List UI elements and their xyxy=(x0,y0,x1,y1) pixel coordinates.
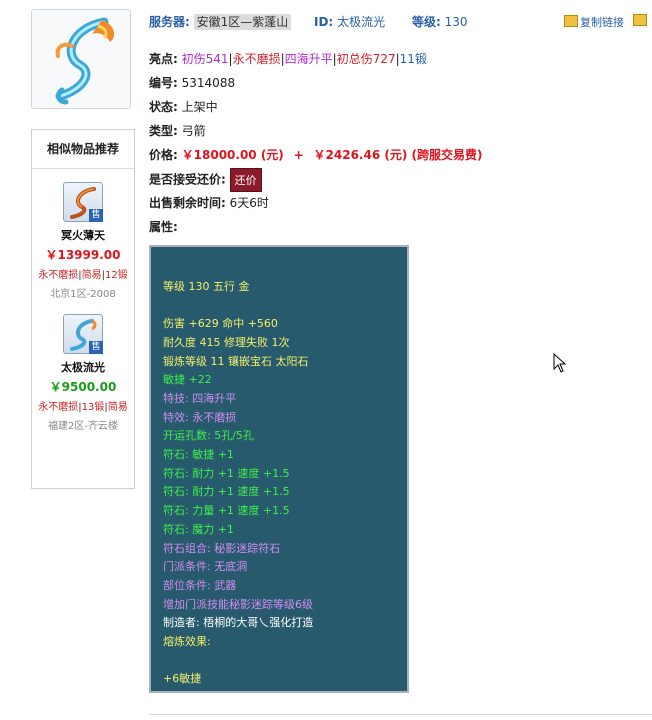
id-label: ID: xyxy=(314,15,334,29)
attribute-line: 符石: 耐力 +1 速度 +1.5 xyxy=(163,485,290,499)
attribute-line: 特效: 永不磨损 xyxy=(163,410,237,424)
attribute-line: 符石: 力量 +1 速度 +1.5 xyxy=(163,504,290,518)
price-plus: + xyxy=(293,148,304,162)
folder-icon xyxy=(633,14,647,26)
attribute-line: 符石: 耐力 +1 速度 +1.5 xyxy=(163,466,290,480)
attribute-line: 符石: 敏捷 +1 xyxy=(163,448,234,462)
highlights-row: 亮点: 初伤541|永不磨损|四海升平|初总伤727|11锻 xyxy=(149,52,427,66)
similar-items-title: 相似物品推荐 xyxy=(32,130,134,169)
attribute-line: 敏捷 +22 xyxy=(163,373,212,387)
tag: 12锻 xyxy=(105,270,128,281)
server-field: 服务器: 安徽1区—紫蓬山 xyxy=(149,13,292,30)
attribute-line xyxy=(163,652,395,671)
link-icon xyxy=(564,15,578,27)
attributes-label: 属性: xyxy=(149,220,178,234)
attribute-line: 制造者: 梧桐的大哥乀强化打造 xyxy=(163,616,314,630)
highlight-tag: 永不磨损 xyxy=(232,52,281,66)
divider xyxy=(149,714,652,715)
attribute-line: 增加门派技能秘影迷踪等级6级 xyxy=(163,597,313,611)
type-row: 类型: 弓箭 xyxy=(149,122,206,139)
similar-item-tags: 永不磨损|13锻|简易 xyxy=(38,402,128,413)
code-value: 5314088 xyxy=(181,76,236,90)
attribute-line: 开运孔数: 5孔/5孔 xyxy=(163,429,254,443)
attribute-line xyxy=(163,259,395,278)
attribute-line xyxy=(163,296,395,315)
similar-item-name[interactable]: 太极流光 xyxy=(32,359,134,375)
highlights-label: 亮点: xyxy=(149,52,178,66)
level-value: 130 xyxy=(444,15,468,29)
copy-link-label: 复制链接 xyxy=(580,16,624,29)
tag: 简易 xyxy=(81,270,102,281)
id-value: 太极流光 xyxy=(337,15,386,29)
type-value: 弓箭 xyxy=(181,124,206,138)
highlight-tag: 四海升平 xyxy=(284,52,333,66)
tag: 13锻 xyxy=(81,402,105,413)
attribute-line: 门派条件: 无底洞 xyxy=(163,560,248,574)
item-image xyxy=(31,9,131,109)
sale-badge: 售 xyxy=(89,341,103,354)
favorite-button[interactable] xyxy=(633,14,649,28)
item-thumbnail[interactable]: 售 xyxy=(63,182,103,222)
code-row: 编号: 5314088 xyxy=(149,74,235,91)
counter-offer-label: 是否接受还价: xyxy=(149,172,226,187)
similar-item-price: ￥13999.00 xyxy=(45,248,121,262)
level-label: 等级: xyxy=(412,15,441,29)
code-label: 编号: xyxy=(149,76,178,90)
mouse-cursor-icon xyxy=(553,353,567,373)
attribute-line: 耐久度 415 修理失败 1次 xyxy=(163,335,290,349)
similar-item-name[interactable]: 冥火薄天 xyxy=(32,227,134,243)
status-row: 状态: 上架中 xyxy=(149,98,218,115)
level-field: 等级: 130 xyxy=(412,13,468,30)
highlight-tag: 11锻 xyxy=(399,52,427,66)
price-value: ￥18000.00 (元) xyxy=(181,148,284,162)
attribute-line: 部位条件: 武器 xyxy=(163,578,237,592)
remain-time-label: 出售剩余时间: xyxy=(149,196,226,210)
id-field: ID: 太极流光 xyxy=(314,13,385,30)
tag: 永不磨损 xyxy=(38,270,79,281)
attribute-line: 特技: 四海升平 xyxy=(163,391,237,405)
similar-item-1[interactable]: 售 冥火薄天 ￥13999.00 永不磨损|简易|12锻 北京1区-2008 xyxy=(32,182,134,300)
attribute-line: 熔炼效果: xyxy=(163,635,211,649)
highlight-tag: 初总伤727 xyxy=(336,52,396,66)
attribute-line: 伤害 +629 命中 +560 xyxy=(163,317,278,331)
price-row: 价格: ￥18000.00 (元) + ￥2426.46 (元) (跨服交易费) xyxy=(149,146,482,163)
attribute-line: 符石: 魔力 +1 xyxy=(163,522,234,536)
attribute-line: 符石组合: 秘影迷踪符石 xyxy=(163,541,281,555)
type-label: 类型: xyxy=(149,124,178,138)
bow-image xyxy=(55,17,115,105)
attributes-row: 属性: xyxy=(149,218,178,235)
item-thumbnail[interactable]: 售 xyxy=(63,314,103,354)
copy-link-button[interactable]: 复制链接 xyxy=(564,14,624,30)
similar-items-panel: 相似物品推荐 售 冥火薄天 ￥13999.00 永不磨损|简易|12锻 北京1区… xyxy=(31,129,135,489)
server-value: 安徽1区—紫蓬山 xyxy=(193,14,292,30)
status-value: 上架中 xyxy=(181,100,218,114)
tag: 永不磨损 xyxy=(38,402,79,413)
remain-time-value: 6天6时 xyxy=(229,196,269,210)
server-label: 服务器: xyxy=(149,15,190,29)
price-label: 价格: xyxy=(149,148,178,162)
similar-item-server: 福建2区-齐云楼 xyxy=(48,421,118,432)
similar-item-2[interactable]: 售 太极流光 ￥9500.00 永不磨损|13锻|简易 福建2区-齐云楼 xyxy=(32,314,134,432)
fee-value: ￥2426.46 (元) (跨服交易费) xyxy=(313,148,483,162)
counter-offer-button[interactable]: 还价 xyxy=(229,168,262,192)
tag: 简易 xyxy=(107,402,128,413)
attribute-line: 锻炼等级 11 镶嵌宝石 太阳石 xyxy=(163,354,309,368)
similar-item-tags: 永不磨损|简易|12锻 xyxy=(38,270,128,281)
counter-offer-row: 是否接受还价: 还价 xyxy=(149,168,262,192)
similar-item-price: ￥9500.00 xyxy=(49,380,117,394)
attribute-line: +6敏捷 xyxy=(163,672,202,686)
remain-time-row: 出售剩余时间: 6天6时 xyxy=(149,194,269,211)
similar-item-server: 北京1区-2008 xyxy=(50,289,116,300)
highlight-tag: 初伤541 xyxy=(181,52,229,66)
status-label: 状态: xyxy=(149,100,178,114)
attribute-line: 等级 130 五行 金 xyxy=(163,279,250,293)
sale-badge: 售 xyxy=(89,209,103,222)
attribute-box: 等级 130 五行 金 伤害 +629 命中 +560 耐久度 415 修理失败 … xyxy=(149,245,409,693)
